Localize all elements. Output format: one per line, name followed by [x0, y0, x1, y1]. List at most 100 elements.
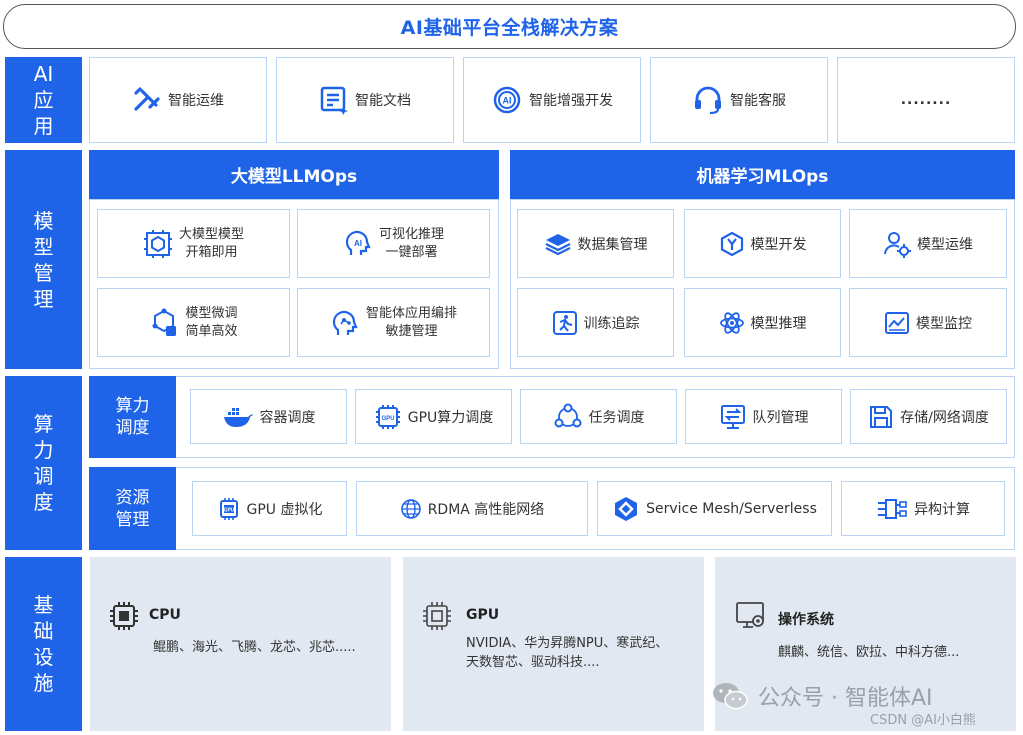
ai-app-label: 智能运维 — [168, 93, 224, 109]
gpu-chip-small-icon: GPU — [219, 497, 238, 520]
llmops-card-agent-orchestration[interactable]: 智能体应用编排 敏捷管理 — [297, 288, 490, 357]
res-label: Service Mesh/Serverless — [646, 500, 817, 517]
res-card-service-mesh[interactable]: Service Mesh/Serverless — [597, 481, 832, 536]
ai-app-card-service[interactable]: 智能客服 — [650, 57, 828, 143]
infra-gpu-text-line1: NVIDIA、华为昇腾NPU、寒武纪、 — [466, 636, 669, 651]
llmops-card-text: 可视化推理 一键部署 — [378, 226, 444, 260]
mlops-label: 模型开发 — [750, 236, 807, 253]
mlops-label: 模型监控 — [916, 315, 972, 332]
mlops-label: 模型运维 — [917, 236, 973, 253]
cpu-icon — [110, 602, 138, 630]
svg-text:GPU: GPU — [381, 416, 394, 422]
sched-card-gpu[interactable]: GPU GPU算力调度 — [355, 389, 512, 444]
runner-icon — [552, 310, 577, 335]
mlops-header: 机器学习MLOps — [510, 150, 1015, 199]
ai-app-card-ops[interactable]: 智能运维 — [89, 57, 267, 143]
wechat-icon — [713, 683, 748, 710]
globe-icon — [400, 498, 421, 519]
sched-label: 存储/网络调度 — [900, 409, 989, 426]
mlops-label: 模型推理 — [750, 315, 807, 332]
watermark-sub: CSDN @AI小白熊 — [870, 713, 976, 728]
llmops-card-text: 模型微调 简单高效 — [185, 305, 238, 339]
llmops-card-out-of-box[interactable]: 大模型模型 开箱即用 — [97, 209, 290, 278]
sched-label: GPU算力调度 — [407, 409, 494, 426]
ai-app-card-more[interactable]: ........ — [837, 57, 1015, 143]
atom-icon — [719, 311, 744, 334]
page-title: AI基础平台全栈解决方案 — [400, 17, 619, 39]
title-bar: AI基础平台全栈解决方案 — [3, 4, 1016, 49]
resources-label: 资源管理 — [89, 467, 176, 550]
res-label: RDMA 高性能网络 — [427, 501, 545, 518]
sched-card-container[interactable]: 容器调度 — [190, 389, 347, 444]
svg-text:AI: AI — [503, 96, 512, 106]
mlops-card-monitor[interactable]: 模型监控 — [849, 288, 1007, 357]
res-label: 异构计算 — [914, 501, 970, 518]
mlops-card-tracking[interactable]: 训练追踪 — [517, 288, 674, 357]
ai-app-card-docs[interactable]: 智能文档 — [276, 57, 454, 143]
mlops-card-dataset[interactable]: 数据集管理 — [517, 209, 674, 278]
sched-card-task[interactable]: 任务调度 — [520, 389, 677, 444]
infra-gpu-card[interactable]: GPU NVIDIA、华为昇腾NPU、寒武纪、 天数智芯、驱动科技.... — [403, 557, 704, 731]
layers-icon — [545, 233, 570, 255]
infra-cpu-card[interactable]: CPU 鲲鹏、海光、飞腾、龙芯、兆芯..... — [90, 557, 391, 731]
row-label-infra: 基础设施 — [5, 557, 82, 731]
hex-y-icon — [720, 231, 743, 256]
res-card-gpu-virt[interactable]: GPU GPU 虚拟化 — [192, 481, 347, 536]
sched-label: 任务调度 — [588, 409, 645, 426]
llmops-card-finetune[interactable]: 模型微调 简单高效 — [97, 288, 290, 357]
svg-text:GPU: GPU — [223, 507, 234, 513]
llmops-card-one-click-deploy[interactable]: AI 可视化推理 一键部署 — [297, 209, 490, 278]
scheduling-label: 算力调度 — [89, 376, 176, 458]
cycle-nodes-icon — [554, 403, 581, 427]
gpu-icon — [423, 602, 451, 630]
res-label: GPU 虚拟化 — [246, 501, 323, 518]
ai-head-icon: AI — [345, 230, 371, 255]
gpu-chip-icon: GPU — [375, 404, 400, 429]
hex-network-icon — [152, 308, 177, 336]
sched-card-storage[interactable]: 存储/网络调度 — [850, 389, 1007, 444]
queue-monitor-icon — [720, 404, 745, 429]
llmops-card-text: 智能体应用编排 敏捷管理 — [365, 305, 457, 339]
ai-app-label: 智能文档 — [355, 93, 411, 109]
infra-gpu-text-line2: 天数智芯、驱动科技.... — [466, 655, 600, 670]
headset-icon — [695, 86, 721, 115]
sched-label: 容器调度 — [259, 409, 316, 426]
row-label-ai-app: AI应用 — [5, 57, 82, 143]
ai-app-label: ........ — [900, 92, 952, 108]
cube-chip-icon — [143, 229, 172, 258]
infra-gpu-title: GPU — [466, 607, 500, 623]
floppy-icon — [870, 405, 893, 428]
ai-app-label: 智能客服 — [730, 93, 786, 109]
llmops-card-text: 大模型模型 开箱即用 — [178, 226, 244, 260]
infra-os-title: 操作系统 — [778, 612, 834, 628]
watermark-main: 公众号 · 智能体AI — [758, 686, 933, 711]
row-label-compute: 算力调度 — [5, 376, 82, 550]
row-label-model-mgmt: 模型管理 — [5, 150, 82, 369]
brain-head-icon — [332, 310, 358, 335]
mlops-card-dev[interactable]: 模型开发 — [684, 209, 841, 278]
mlops-label: 训练追踪 — [583, 315, 640, 332]
hetero-compute-icon — [878, 498, 907, 519]
res-card-rdma[interactable]: RDMA 高性能网络 — [356, 481, 588, 536]
svg-text:AI: AI — [354, 239, 362, 248]
ai-app-label: 智能增强开发 — [529, 93, 613, 109]
infra-os-text: 麒麟、统信、欧拉、中科方德... — [778, 645, 960, 660]
monitor-gear-icon — [736, 602, 764, 628]
mlops-card-inference[interactable]: 模型推理 — [684, 288, 841, 357]
tools-icon — [134, 87, 160, 111]
res-card-heterogeneous[interactable]: 异构计算 — [841, 481, 1005, 536]
sched-label: 队列管理 — [752, 409, 809, 426]
sched-card-queue[interactable]: 队列管理 — [685, 389, 842, 444]
mlops-label: 数据集管理 — [577, 236, 648, 253]
infra-cpu-text: 鲲鹏、海光、飞腾、龙芯、兆芯..... — [153, 640, 356, 655]
llmops-header: 大模型LLMOps — [89, 150, 499, 199]
docker-icon — [223, 407, 253, 427]
infra-cpu-title: CPU — [149, 607, 181, 623]
service-mesh-icon — [615, 496, 638, 521]
user-gear-icon — [884, 231, 911, 258]
mlops-card-ops[interactable]: 模型运维 — [849, 209, 1007, 278]
document-icon — [320, 86, 348, 115]
ai-chip-icon: AI — [493, 86, 521, 114]
chart-monitor-icon — [885, 311, 909, 334]
ai-app-card-dev[interactable]: AI 智能增强开发 — [463, 57, 641, 143]
